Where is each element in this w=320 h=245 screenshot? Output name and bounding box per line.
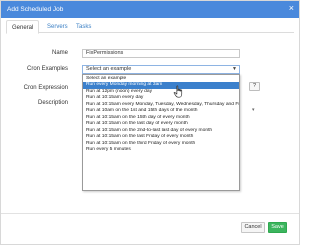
footer-divider bbox=[1, 213, 299, 214]
chevron-down-icon: ▼ bbox=[232, 66, 237, 72]
add-scheduled-job-dialog: Add Scheduled Job × General Servers Task… bbox=[0, 0, 300, 245]
cron-examples-label: Cron Examples bbox=[26, 66, 68, 72]
cancel-button[interactable]: Cancel bbox=[241, 222, 265, 233]
cron-examples-selected: Select an example bbox=[86, 66, 132, 72]
name-label: Name bbox=[51, 50, 68, 56]
tab-tasks[interactable]: Tasks bbox=[71, 20, 96, 33]
hand-cursor-icon bbox=[173, 85, 183, 98]
tab-bar: General Servers Tasks bbox=[6, 20, 294, 34]
save-button[interactable]: Save bbox=[268, 222, 287, 233]
name-field[interactable]: FixPermissions bbox=[82, 49, 240, 58]
cron-expression-label: Cron Expression bbox=[23, 85, 68, 91]
tab-servers[interactable]: Servers bbox=[42, 20, 73, 33]
cron-examples-select[interactable]: Select an example ▼ bbox=[82, 65, 240, 74]
close-icon[interactable]: × bbox=[289, 4, 294, 13]
description-label: Description bbox=[37, 100, 68, 106]
tab-general[interactable]: General bbox=[6, 20, 40, 34]
cron-examples-dropdown: Select an example Run every Monday morni… bbox=[82, 74, 240, 191]
chevron-down-icon-right[interactable]: ▾ bbox=[252, 108, 256, 113]
dialog-title: Add Scheduled Job bbox=[7, 6, 64, 13]
dialog-titlebar: Add Scheduled Job × bbox=[1, 1, 299, 18]
dropdown-option[interactable]: Run every 5 minutes bbox=[83, 147, 239, 154]
help-button[interactable]: ? bbox=[249, 82, 260, 91]
